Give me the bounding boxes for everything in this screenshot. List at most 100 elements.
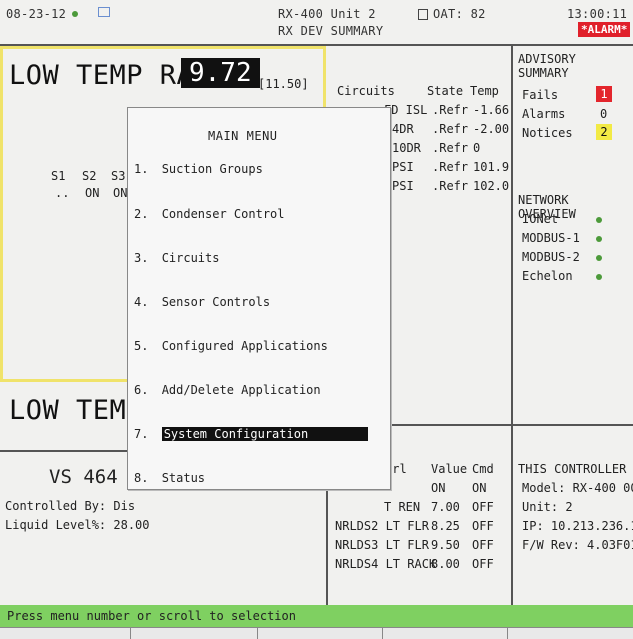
circuit-row-state: .Refr <box>432 103 469 117</box>
network-status-icon <box>596 217 602 223</box>
sensor-row-name[interactable]: NRLDS2 LT FLR <box>335 519 429 533</box>
network-status-icon <box>596 236 602 242</box>
sensor-row-cmd: ON <box>472 481 487 495</box>
controller-unit: Unit: 2 <box>522 500 573 514</box>
sensor-row-cmd: OFF <box>472 519 494 533</box>
main-menu-title: MAIN MENU <box>208 129 278 143</box>
rack-setpoint: [11.50] <box>258 77 309 91</box>
header-date: 08-23-12 <box>6 7 67 21</box>
sensor-header-value: Value <box>431 462 468 476</box>
sensor-row-name[interactable]: T REN <box>384 500 420 514</box>
menu-item-label: Configured Applications <box>161 339 328 353</box>
rx-screen: 08-23-12 RX-400 Unit 2 RX DEV SUMMARY OA… <box>0 0 633 639</box>
controller-ip: IP: 10.213.236.128 <box>522 519 633 533</box>
circuits-header-temp: Temp <box>470 84 499 98</box>
sensor-row-value: 9.50 <box>431 538 460 552</box>
circuits-header-state: State <box>427 84 464 98</box>
network-status-icon <box>596 274 602 280</box>
header-status-dot-icon <box>72 11 78 17</box>
controller-fw: F/W Rev: 4.03F01 <box>522 538 633 552</box>
stage-value-s3: ON <box>113 186 128 200</box>
advisory-title: ADVISORY SUMMARY <box>518 52 576 80</box>
function-key-4[interactable] <box>383 628 508 639</box>
advisory-alarms-label[interactable]: Alarms <box>522 107 565 121</box>
network-status-icon <box>596 255 602 261</box>
stage-header-s3: S3 <box>111 169 126 183</box>
main-menu[interactable]: MAIN MENU 1. Suction Groups 2. Condenser… <box>127 107 391 490</box>
advisory-alarms-count: 0 <box>600 107 608 121</box>
menu-item-sensor-controls[interactable]: 4. Sensor Controls <box>134 292 270 312</box>
network-item[interactable]: MODBUS-1 <box>522 231 580 245</box>
circuit-row-temp: -1.66 <box>473 103 510 117</box>
sensor-row-cmd: OFF <box>472 538 494 552</box>
menu-item-number: 4. <box>134 295 149 309</box>
menu-item-configured-applications[interactable]: 5. Configured Applications <box>134 336 328 356</box>
menu-item-number: 8. <box>134 471 149 485</box>
menu-item-number: 7. <box>134 427 149 441</box>
condenser-controlled-by: Controlled By: Dis <box>5 499 136 513</box>
menu-item-number: 1. <box>134 162 149 176</box>
menu-item-add-delete-application[interactable]: 6. Add/Delete Application <box>134 380 321 400</box>
divider-right-bottom <box>511 424 633 426</box>
menu-item-number: 5. <box>134 339 149 353</box>
sensor-row-value: 8.25 <box>431 519 460 533</box>
circuit-row-temp: 102.0 <box>473 179 510 193</box>
network-item[interactable]: IONet <box>522 212 558 226</box>
sensor-row-cmd: OFF <box>472 500 494 514</box>
stage-header-s2: S2 <box>82 169 97 183</box>
stage-value-s1: .. <box>55 186 70 200</box>
menu-item-label: System Configuration <box>161 427 369 441</box>
sensor-header-cmd: Cmd <box>472 462 494 476</box>
advisory-fails-label[interactable]: Fails <box>522 88 558 102</box>
circuit-row-name[interactable]: 4DR <box>392 122 414 136</box>
function-key-5[interactable] <box>508 628 632 639</box>
advisory-notices-label[interactable]: Notices <box>522 126 573 140</box>
condenser-liquid-level: Liquid Level%: 28.00 <box>5 518 150 532</box>
sensor-row-cmd: OFF <box>472 557 494 571</box>
function-key-1[interactable] <box>0 628 131 639</box>
circuit-row-temp: 0 <box>473 141 481 155</box>
controller-title: THIS CONTROLLER <box>518 462 627 476</box>
function-key-3[interactable] <box>258 628 383 639</box>
circuit-row-name[interactable]: PSI <box>392 179 414 193</box>
menu-item-number: 2. <box>134 207 149 221</box>
advisory-fails-count: 1 <box>596 86 612 102</box>
divider-right-panel <box>511 46 513 606</box>
menu-item-number: 3. <box>134 251 149 265</box>
oat-icon <box>418 9 428 20</box>
sensor-row-value: ON <box>431 481 446 495</box>
sensor-row-name[interactable]: NRLDS4 LT RACK <box>335 557 436 571</box>
menu-item-status[interactable]: 8. Status <box>134 468 205 488</box>
menu-item-label: Suction Groups <box>161 162 263 176</box>
circuit-row-state: .Refr <box>432 141 469 155</box>
circuit-row-name[interactable]: PSI <box>392 160 414 174</box>
menu-item-suction-groups[interactable]: 1. Suction Groups <box>134 159 263 179</box>
menu-item-condenser-control[interactable]: 2. Condenser Control <box>134 204 285 224</box>
header-time: 13:00:11 <box>567 7 628 21</box>
menu-item-system-configuration[interactable]: 7. System Configuration <box>134 424 369 444</box>
menu-item-circuits[interactable]: 3. Circuits <box>134 248 219 268</box>
header-unit: RX-400 Unit 2 <box>278 7 376 21</box>
circuit-row-temp: -2.00 <box>473 122 510 136</box>
network-item[interactable]: Echelon <box>522 269 573 283</box>
condenser-vs-label: VS 464 <box>49 466 118 488</box>
header-screen-name: RX DEV SUMMARY <box>278 24 384 38</box>
circuit-row-temp: 101.9 <box>473 160 510 174</box>
sensor-row-name[interactable]: NRLDS3 LT FLR <box>335 538 429 552</box>
network-item[interactable]: MODBUS-2 <box>522 250 580 264</box>
circuits-header-name: Circuits <box>337 84 395 98</box>
stage-value-s2: ON <box>85 186 100 200</box>
circuit-row-state: .Refr <box>432 160 469 174</box>
menu-item-number: 6. <box>134 383 149 397</box>
menu-item-label: Condenser Control <box>161 207 285 221</box>
function-key-2[interactable] <box>131 628 258 639</box>
menu-item-label: Status <box>161 471 206 485</box>
rack-pressure-value: 9.72 <box>181 58 260 88</box>
circuit-row-name[interactable]: 10DR <box>392 141 421 155</box>
sensor-row-value: 7.00 <box>431 500 460 514</box>
stage-header-s1: S1 <box>51 169 66 183</box>
alarm-badge[interactable]: *ALARM* <box>578 22 631 37</box>
menu-item-label: Add/Delete Application <box>161 383 321 397</box>
menu-item-label: Circuits <box>161 251 220 265</box>
header-oat: OAT: 82 <box>433 7 486 21</box>
